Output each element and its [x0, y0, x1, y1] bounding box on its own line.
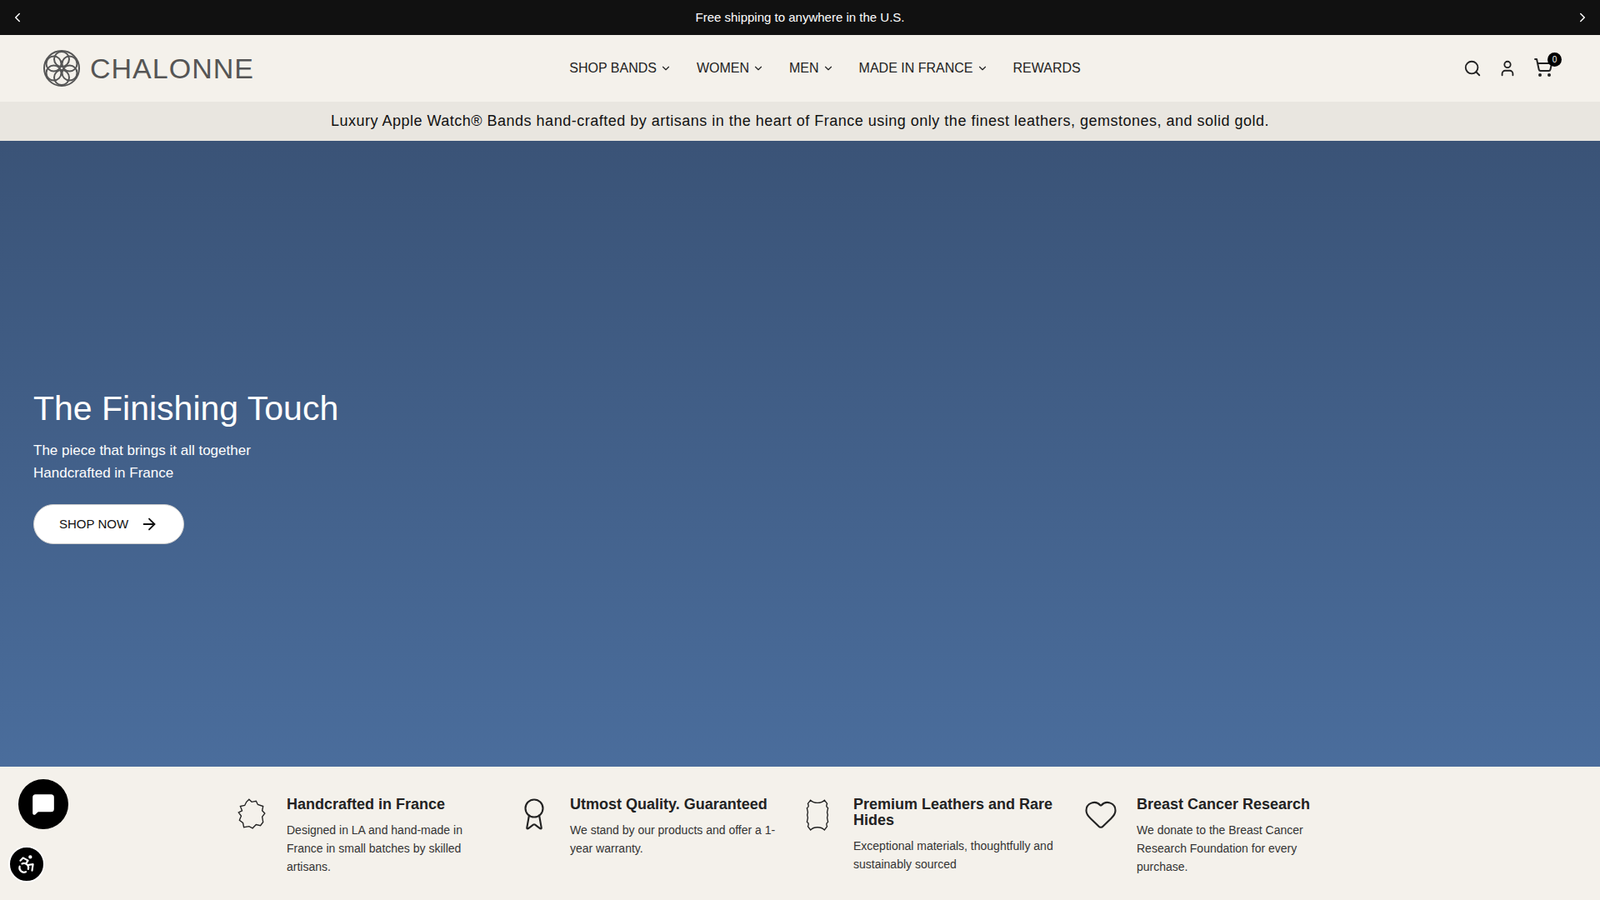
arrow-right-icon [140, 515, 159, 534]
feature-item: Utmost Quality. Guaranteed We stand by ou… [516, 796, 800, 876]
previous-arrow-icon[interactable] [10, 10, 25, 25]
logo-flower-icon [41, 46, 82, 90]
cart-count: 0 [1547, 52, 1562, 67]
header: CHALONNE SHOP BANDS WOMEN MEN MADE IN FRANCE… [0, 35, 1600, 102]
logo[interactable]: CHALONNE [41, 46, 309, 90]
nav-item[interactable]: MEN [789, 58, 835, 79]
chat-button[interactable] [18, 779, 69, 830]
chevron-down-icon [752, 62, 765, 75]
feature-item: Breast Cancer Research We donate to the B… [1083, 796, 1367, 876]
chevron-down-icon [976, 62, 989, 75]
brand-name: CHALONNE [90, 47, 255, 90]
shop-now-button[interactable]: SHOP NOW [33, 504, 185, 545]
feature-title: Handcrafted in France [286, 796, 500, 813]
accessibility-button[interactable] [8, 845, 45, 883]
france-map-icon [233, 796, 269, 832]
tagline: Luxury Apple Watch® Bands hand-crafted b… [330, 110, 1270, 133]
heart-icon [1083, 796, 1119, 832]
nav-item[interactable]: WOMEN [696, 58, 765, 79]
cart[interactable]: 0 [1533, 57, 1559, 80]
next-arrow-icon[interactable] [1575, 10, 1590, 25]
hero-subtitle: The piece that brings it all together [33, 439, 339, 462]
feature-title: Breast Cancer Research [1136, 796, 1350, 813]
accessibility-icon [15, 853, 38, 875]
feature-text: We donate to the Breast Cancer Research … [1136, 820, 1350, 876]
chat-icon [31, 792, 55, 816]
award-icon [516, 796, 552, 832]
nav-item[interactable]: SHOP BANDS [569, 58, 672, 79]
chevron-down-icon [822, 62, 835, 75]
search-icon[interactable] [1463, 59, 1482, 78]
feature-item: Premium Leathers and Rare Hides Exception… [800, 796, 1084, 876]
feature-title: Utmost Quality. Guaranteed [570, 796, 784, 813]
main-nav: SHOP BANDS WOMEN MEN MADE IN FRANCE REWARDS [569, 58, 1080, 79]
page: Free shipping to anywhere in the U.S. CHA… [0, 0, 1600, 900]
chevron-down-icon [660, 62, 672, 75]
nav-item[interactable]: REWARDS [1013, 58, 1081, 79]
hero-content: The Finishing Touch The piece that brings… [33, 363, 339, 545]
announcement-text: Free shipping to anywhere in the U.S. [695, 8, 905, 28]
feature-text: We stand by our products and offer a 1-y… [570, 820, 784, 858]
hero-subtitle: Handcrafted in France [33, 461, 339, 485]
account-icon[interactable] [1498, 59, 1517, 78]
announcement-bar: Free shipping to anywhere in the U.S. [0, 0, 1600, 35]
hero-title: The Finishing Touch [33, 388, 339, 430]
feature-text: Exceptional materials, thoughtfully and … [853, 836, 1067, 874]
tagline-strip: Luxury Apple Watch® Bands hand-crafted b… [0, 101, 1600, 141]
feature-text: Designed in LA and hand-made in France i… [286, 820, 500, 876]
leather-hide-icon [800, 796, 835, 832]
feature-item: Handcrafted in France Designed in LA and … [233, 796, 517, 876]
hero: The Finishing Touch The piece that brings… [0, 140, 1600, 767]
header-icons: 0 [1291, 57, 1559, 80]
feature-title: Premium Leathers and Rare Hides [853, 796, 1067, 829]
features: Handcrafted in France Designed in LA and … [0, 766, 1600, 900]
nav-item[interactable]: MADE IN FRANCE [859, 58, 989, 79]
